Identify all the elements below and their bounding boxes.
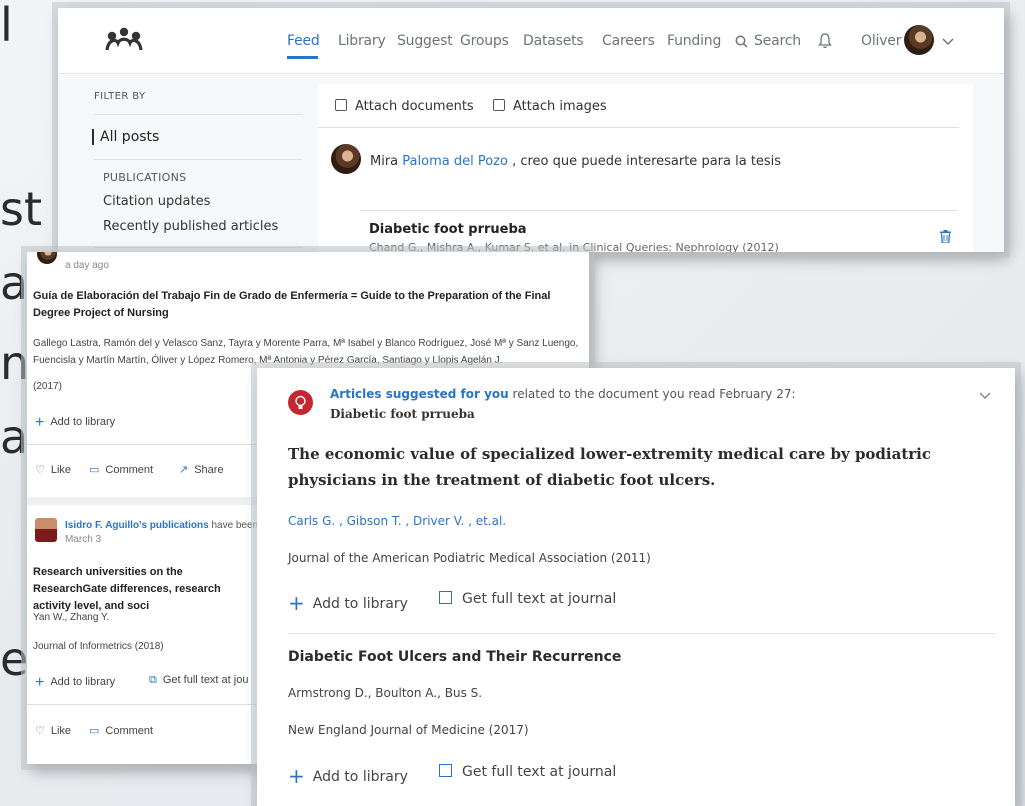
- comment-icon: ▭: [89, 725, 100, 737]
- post-authors: Gallego Lastra, Ramón del y Velasco Sanz…: [33, 338, 579, 366]
- post-message: Mira Paloma del Pozo , creo que puede in…: [370, 154, 782, 169]
- filter-title: FILTER BY: [94, 91, 146, 102]
- nav-active-indicator: [287, 56, 318, 59]
- user-avatar[interactable]: [904, 25, 934, 55]
- post-year: (2017): [33, 381, 62, 392]
- post-timestamp: a day ago: [65, 260, 109, 271]
- trash-icon[interactable]: [940, 230, 951, 243]
- divider: [94, 159, 302, 160]
- comment-button[interactable]: ▭ Comment: [89, 724, 153, 737]
- divider: [94, 114, 302, 115]
- search-button[interactable]: Search: [754, 33, 801, 49]
- share-button[interactable]: ↗ Share: [179, 463, 224, 476]
- attached-doc-meta: Chand G., Mishra A., Kumar S. et al. in …: [369, 241, 779, 252]
- comment-icon: ▭: [89, 464, 100, 476]
- like-button[interactable]: ♡ Like: [35, 463, 71, 476]
- nav-careers[interactable]: Careers: [602, 33, 655, 49]
- plus-icon: +: [288, 764, 305, 788]
- external-link-icon: [439, 764, 452, 777]
- slide-text-fragment: a: [0, 410, 29, 464]
- comment-button[interactable]: ▭ Comment: [89, 463, 153, 476]
- suggested-articles-screenshot: Articles suggested for you related to th…: [257, 368, 1015, 806]
- nav-datasets[interactable]: Datasets: [523, 33, 584, 49]
- article-authors: Armstrong D., Boulton A., Bus S.: [288, 686, 483, 700]
- post-author-avatar: [37, 252, 57, 264]
- mention-link[interactable]: Paloma del Pozo: [402, 154, 508, 169]
- top-navigation: Feed Library Suggest Groups Datasets Car…: [58, 8, 1004, 74]
- divider: [94, 247, 302, 248]
- nav-funding[interactable]: Funding: [667, 33, 721, 49]
- plus-icon: +: [35, 674, 45, 691]
- post-composer: Attach documents Attach images Mira Palo…: [318, 84, 973, 252]
- add-to-library-button[interactable]: + Add to library: [35, 414, 115, 432]
- share-icon: ↗: [179, 464, 189, 476]
- slide-text-fragment: st: [0, 182, 43, 236]
- mendeley-logo-icon[interactable]: [104, 26, 144, 52]
- plus-icon: +: [35, 414, 45, 431]
- paper-journal: Journal of Informetrics (2018): [33, 641, 164, 652]
- divider: [360, 210, 957, 211]
- get-full-text-button[interactable]: ⧉ Get full text at jou: [149, 674, 248, 687]
- article-authors[interactable]: Carls G. , Gibson T. , Driver V. , et.al…: [288, 514, 506, 528]
- author-publications-link[interactable]: Isidro F. Aguillo's publications: [65, 520, 209, 531]
- add-to-library-button[interactable]: + Add to library: [35, 674, 115, 692]
- bell-icon[interactable]: [818, 33, 832, 49]
- filter-recently-published[interactable]: Recently published articles: [103, 219, 278, 234]
- get-full-text-button[interactable]: Get full text at journal: [439, 591, 616, 607]
- filter-citation-updates[interactable]: Citation updates: [103, 194, 210, 209]
- attach-images-button[interactable]: Attach images: [493, 99, 607, 114]
- update-header: Isidro F. Aguillo's publications have be…: [65, 520, 266, 531]
- get-full-text-button[interactable]: Get full text at journal: [439, 764, 616, 780]
- article-journal: New England Journal of Medicine (2017): [288, 723, 529, 737]
- user-name[interactable]: Oliver: [861, 33, 901, 49]
- external-link-icon: ⧉: [149, 674, 157, 686]
- image-icon: [493, 99, 505, 111]
- attached-doc-title[interactable]: Diabetic foot prrueba: [369, 222, 527, 237]
- suggestion-header: Articles suggested for you related to th…: [330, 387, 796, 401]
- add-to-library-button[interactable]: + Add to library: [288, 591, 408, 615]
- articles-suggested-link[interactable]: Articles suggested for you: [330, 387, 509, 401]
- divider: [288, 633, 996, 634]
- plus-icon: +: [288, 591, 305, 615]
- post-author-avatar: [331, 144, 361, 174]
- article-journal: Journal of the American Podiatric Medica…: [288, 551, 651, 565]
- nav-groups[interactable]: Groups: [460, 33, 509, 49]
- divider: [318, 127, 959, 128]
- slide-text-fragment: l: [0, 0, 13, 52]
- filter-all-posts[interactable]: All posts: [92, 129, 159, 145]
- chevron-down-icon[interactable]: [942, 38, 954, 46]
- attach-documents-button[interactable]: Attach documents: [335, 99, 474, 114]
- post-title[interactable]: Guía de Elaboración del Trabajo Fin de G…: [33, 288, 573, 322]
- add-to-library-button[interactable]: + Add to library: [288, 764, 408, 788]
- article-title[interactable]: Diabetic Foot Ulcers and Their Recurrenc…: [288, 644, 1008, 670]
- search-icon[interactable]: [735, 35, 748, 48]
- heart-icon: ♡: [35, 464, 45, 476]
- like-button[interactable]: ♡ Like: [35, 724, 71, 737]
- source-document-title[interactable]: Diabetic foot prrueba: [330, 407, 475, 421]
- lightbulb-icon: [288, 390, 313, 415]
- heart-icon: ♡: [35, 725, 45, 737]
- document-icon: [335, 99, 347, 111]
- filter-sidebar: FILTER BY All posts PUBLICATIONS Citatio…: [88, 74, 303, 252]
- external-link-icon: [439, 591, 452, 604]
- chevron-down-icon[interactable]: [979, 392, 991, 400]
- slide-text-fragment: n: [0, 336, 30, 390]
- publications-label: PUBLICATIONS: [103, 171, 187, 184]
- paper-title[interactable]: Research universities on the ResearchGat…: [33, 564, 258, 615]
- nav-feed[interactable]: Feed: [287, 33, 320, 49]
- article-title[interactable]: The economic value of specialized lower-…: [288, 441, 1008, 493]
- feed-screenshot: Feed Library Suggest Groups Datasets Car…: [58, 8, 1004, 252]
- paper-authors: Yan W., Zhang Y.: [33, 612, 110, 623]
- nav-library[interactable]: Library: [338, 33, 386, 49]
- update-date: March 3: [65, 534, 102, 545]
- nav-suggest[interactable]: Suggest: [397, 33, 453, 49]
- author-photo: [35, 518, 57, 542]
